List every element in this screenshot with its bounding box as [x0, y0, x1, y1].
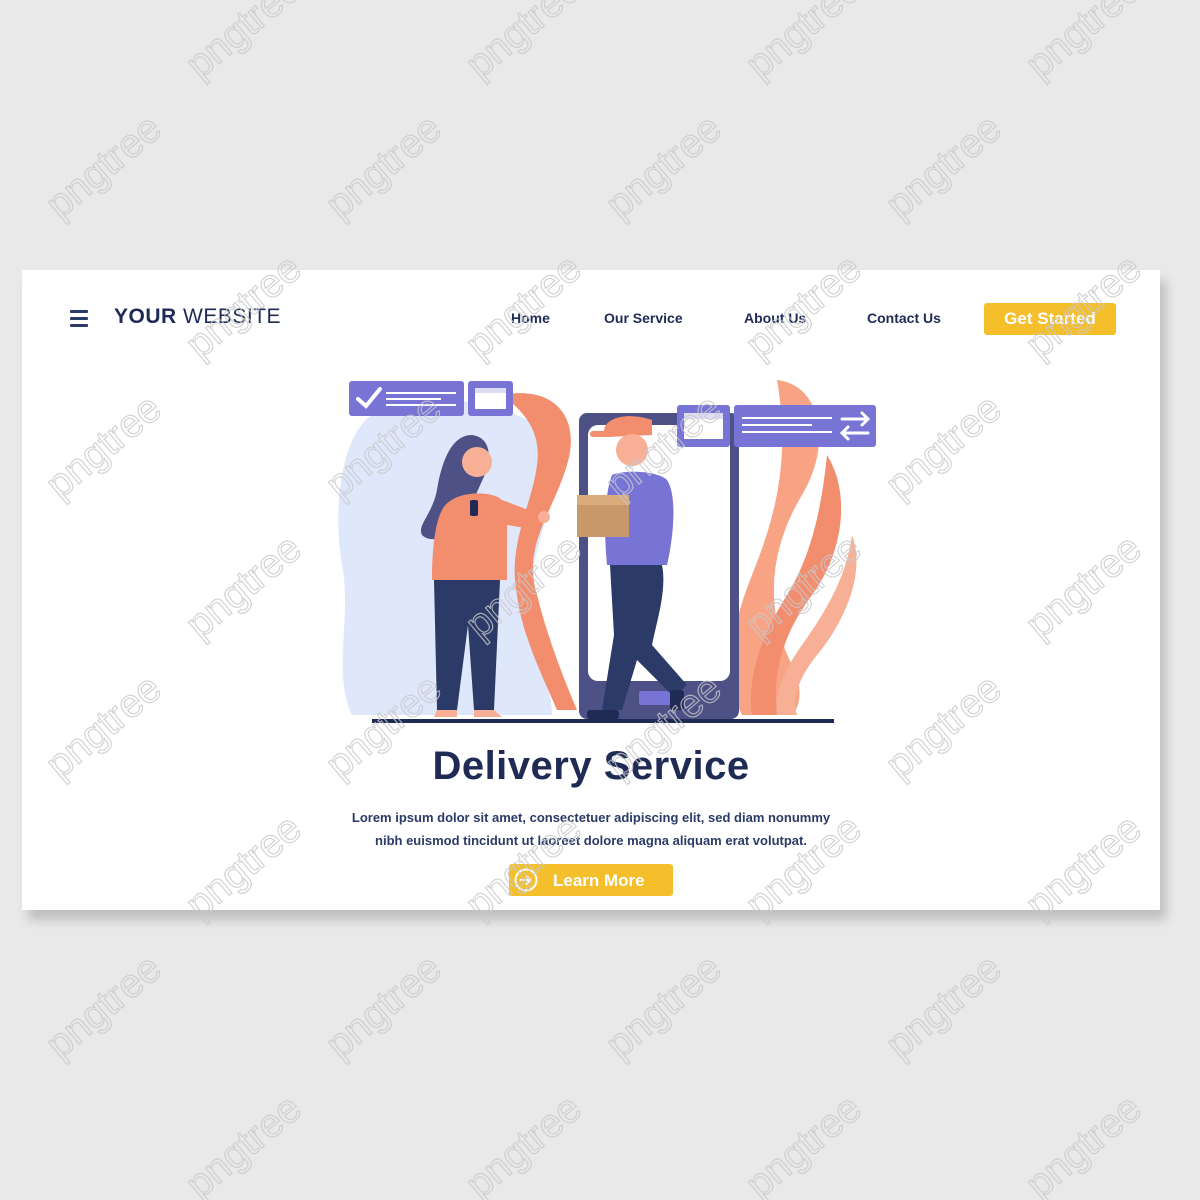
man-shoe-left	[587, 710, 619, 719]
package-box-top	[577, 495, 629, 505]
man-face	[616, 434, 648, 466]
watermark-text: pngtree	[738, 0, 870, 87]
phone-home-button	[639, 691, 675, 705]
nav-our-service[interactable]: Our Service	[604, 310, 683, 326]
description-line-1: Lorem ipsum dolor sit amet, consectetuer…	[351, 810, 831, 825]
brand-regular-text: WEBSITE	[183, 305, 282, 328]
get-started-button[interactable]: Get Started	[984, 303, 1116, 335]
checklist-card	[349, 381, 464, 416]
page-description: Lorem ipsum dolor sit amet, consectetuer…	[22, 806, 1160, 852]
window-card-left	[468, 381, 513, 416]
watermark-text: pngtree	[38, 946, 170, 1067]
watermark-text: pngtree	[598, 106, 730, 227]
description-line-2: nibh euismod tincidunt ut laoreet dolore…	[375, 833, 807, 848]
brand-bold-text: YOUR	[114, 305, 177, 328]
watermark-text: pngtree	[738, 1086, 870, 1200]
watermark-text: pngtree	[318, 106, 450, 227]
man-cap-brim	[590, 431, 612, 437]
watermark-text: pngtree	[458, 1086, 590, 1200]
watermark-text: pngtree	[1018, 0, 1150, 87]
nav-contact-us[interactable]: Contact Us	[867, 310, 941, 326]
ground-line	[372, 719, 834, 723]
nav-home[interactable]: Home	[511, 310, 550, 326]
learn-more-button[interactable]: Learn More	[509, 864, 673, 896]
watermark-text: pngtree	[1018, 1086, 1150, 1200]
watermark-text: pngtree	[878, 946, 1010, 1067]
woman-hand	[538, 511, 550, 523]
watermark-text: pngtree	[458, 0, 590, 87]
watermark-text: pngtree	[878, 106, 1010, 227]
landing-page-card: YOUR WEBSITE Home Our Service About Us C…	[22, 270, 1160, 910]
learn-more-label: Learn More	[553, 871, 645, 890]
menu-icon[interactable]	[70, 310, 88, 327]
watermark-text: pngtree	[38, 106, 170, 227]
arrow-right-circle-icon	[514, 868, 538, 892]
watermark-text: pngtree	[178, 1086, 310, 1200]
nav-about-us[interactable]: About Us	[744, 310, 806, 326]
delivery-illustration	[338, 380, 876, 723]
page-title: Delivery Service	[432, 744, 750, 788]
woman-face	[462, 447, 492, 477]
transfer-card	[734, 405, 876, 447]
watermark-text: pngtree	[178, 0, 310, 87]
woman-phone	[470, 500, 478, 516]
man-shoe-right	[670, 690, 684, 710]
watermark-text: pngtree	[598, 946, 730, 1067]
brand-logo[interactable]: YOUR WEBSITE	[114, 305, 281, 329]
window-card-right	[677, 405, 730, 447]
watermark-text: pngtree	[318, 946, 450, 1067]
